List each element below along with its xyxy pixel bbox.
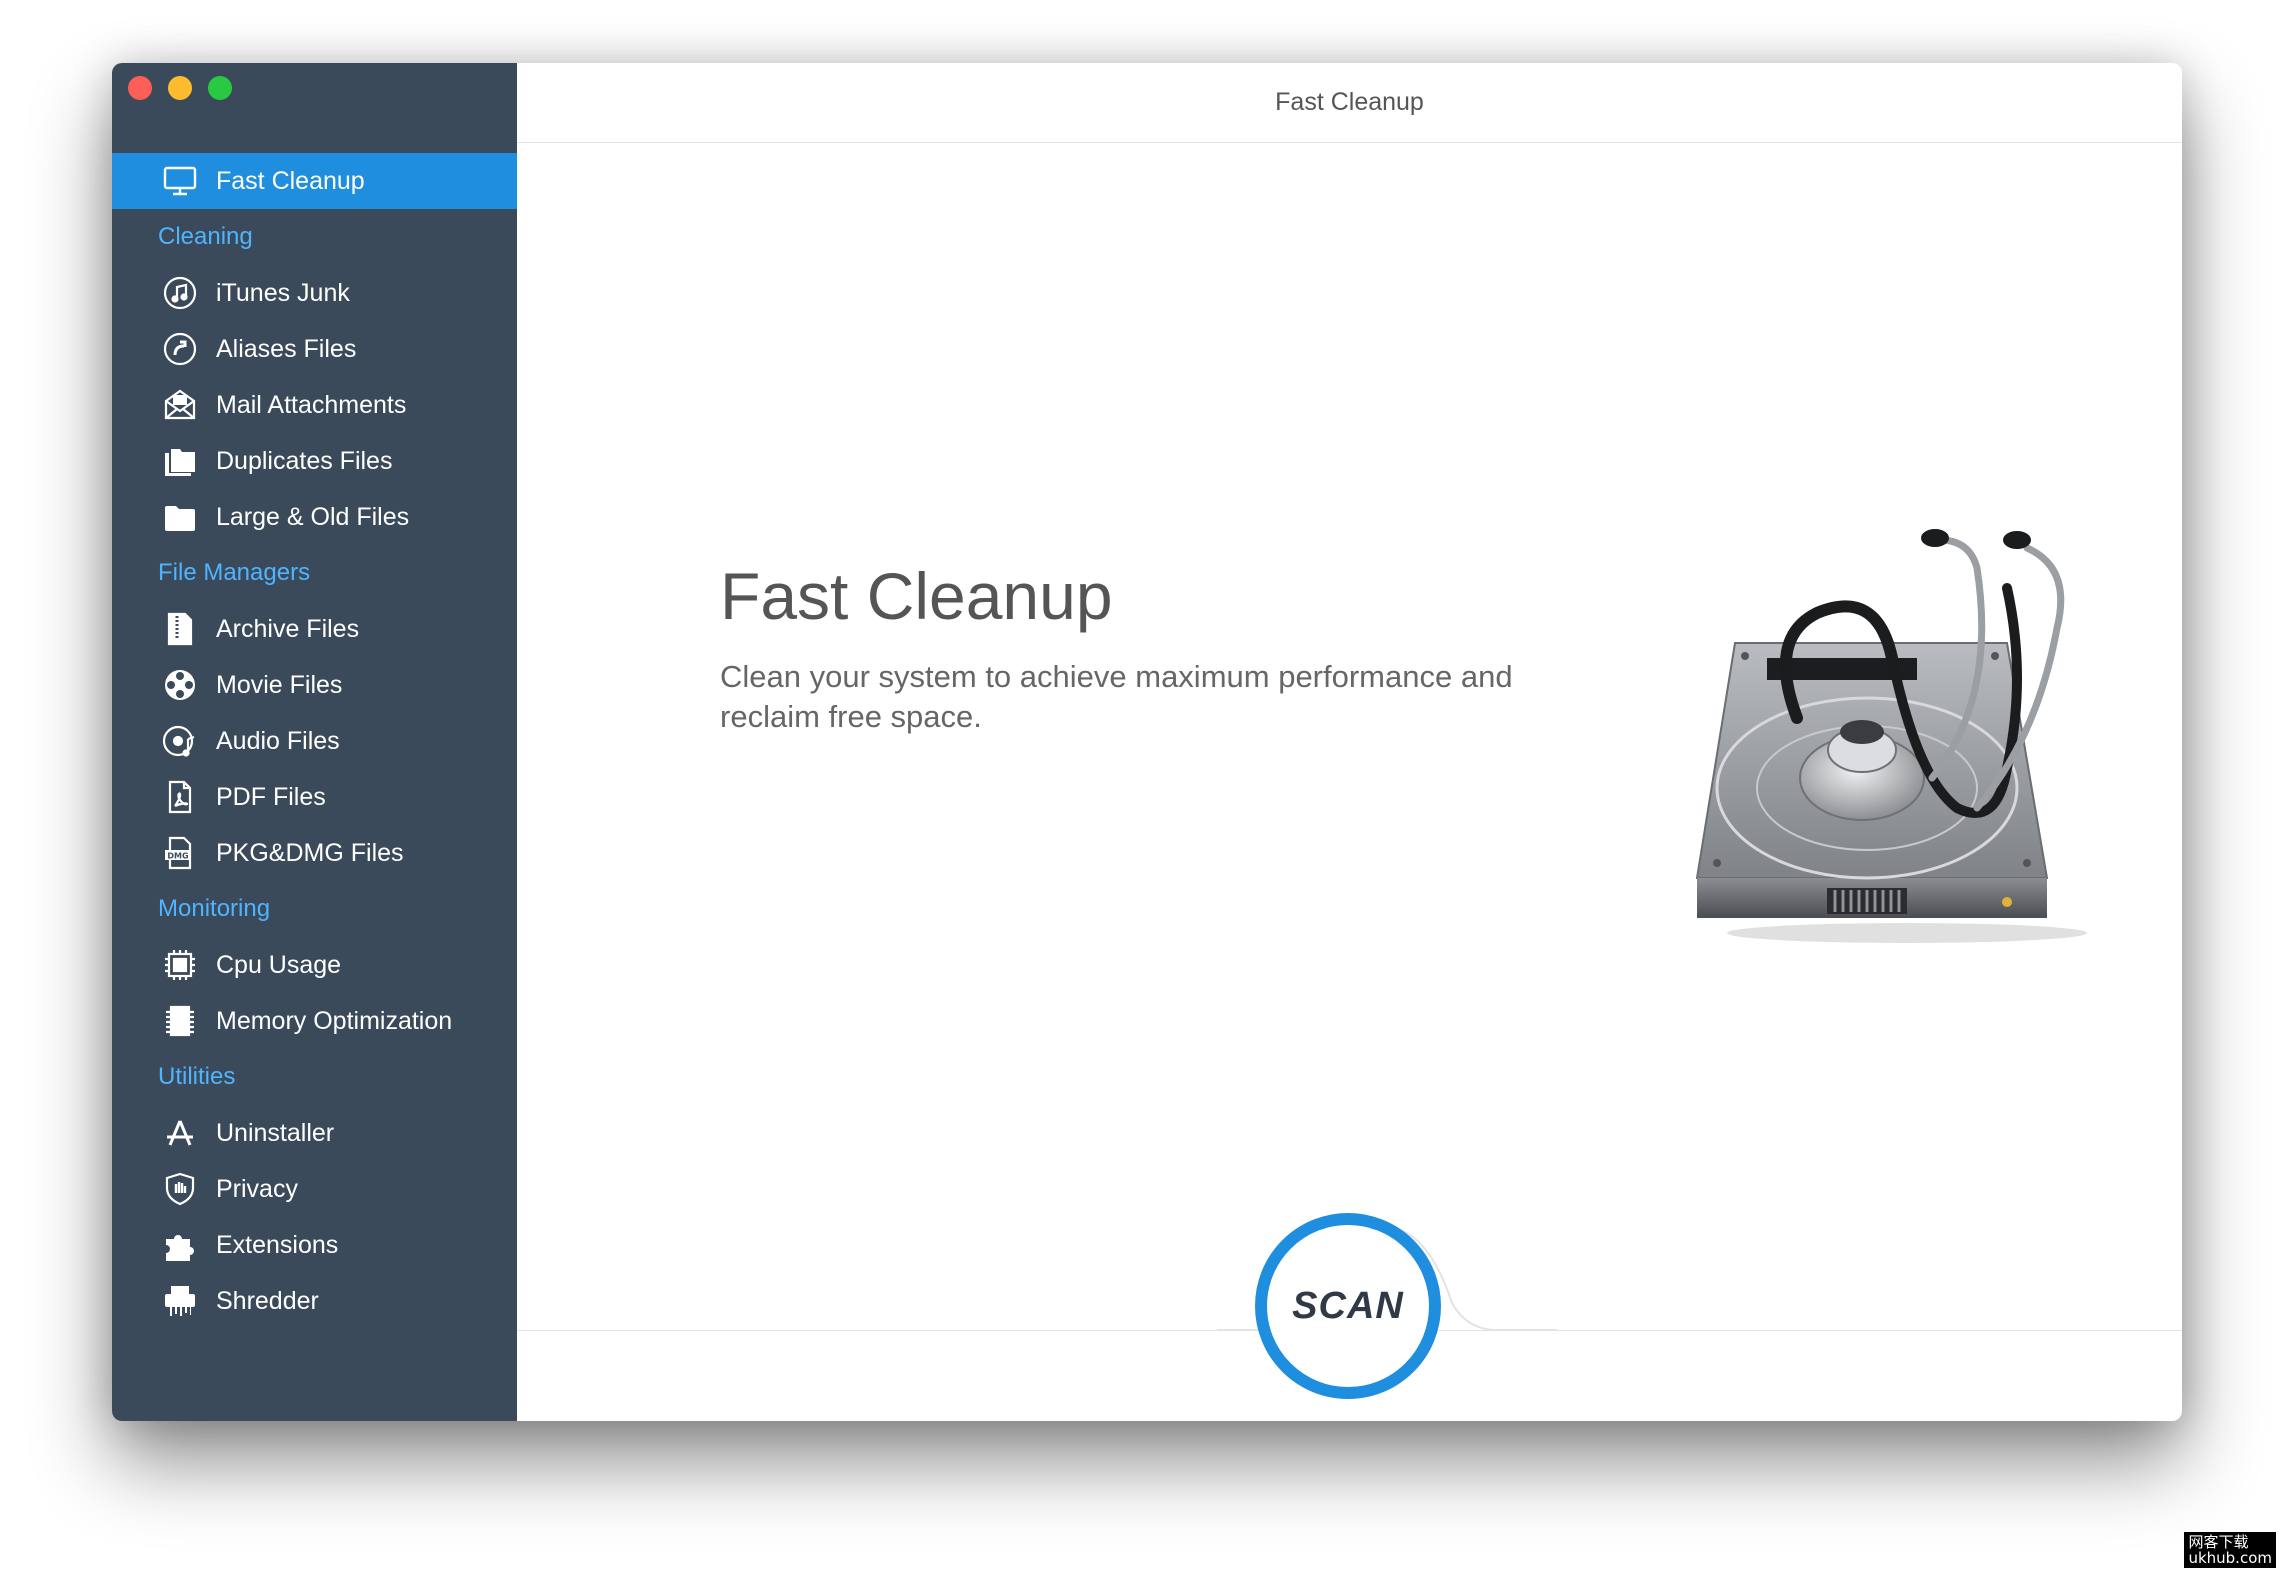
section-label-utilities: Utilities <box>158 1063 236 1090</box>
music-note-icon <box>160 273 200 313</box>
sidebar-item-large-old-files[interactable]: Large & Old Files <box>112 489 517 545</box>
sidebar-item-pdf-files[interactable]: PDF Files <box>112 769 517 825</box>
app-store-icon <box>160 1113 200 1153</box>
sidebar-item-label: Shredder <box>216 1286 319 1315</box>
sidebar-item-label: Fast Cleanup <box>216 166 365 195</box>
sidebar-item-privacy[interactable]: Privacy <box>112 1161 517 1217</box>
pdf-document-icon <box>160 777 200 817</box>
sidebar-item-label: Audio Files <box>216 726 340 755</box>
sidebar-item-label: iTunes Junk <box>216 278 350 307</box>
watermark-line: 网客下载 <box>2188 1533 2249 1551</box>
sidebar-item-label: Archive Files <box>216 614 360 643</box>
cpu-chip-icon <box>160 945 200 985</box>
sidebar-item-label: Uninstaller <box>216 1118 335 1147</box>
window-title: Fast Cleanup <box>517 63 2182 143</box>
sidebar-item-uninstaller[interactable]: Uninstaller <box>112 1105 517 1161</box>
sidebar-item-label: Movie Files <box>216 670 343 699</box>
app-window: Fast Cleanup Cleaning iTunes Junk Aliase… <box>112 63 2182 1421</box>
sidebar-item-label: Memory Optimization <box>216 1006 453 1035</box>
close-window-button[interactable] <box>128 76 152 100</box>
sidebar-item-label: Cpu Usage <box>216 950 342 979</box>
watermark: 网客下载 ukhub.com <box>2184 1532 2276 1568</box>
sidebar-item-shredder[interactable]: Shredder <box>112 1273 517 1329</box>
main-panel: Fast Cleanup Fast Cleanup Clean your sys… <box>517 63 2182 1421</box>
svg-text:DMG: DMG <box>167 852 188 861</box>
puzzle-piece-icon <box>160 1225 200 1265</box>
monitor-icon <box>160 161 200 201</box>
sidebar-item-label: Large & Old Files <box>216 502 410 531</box>
page-description: Clean your system to achieve maximum per… <box>720 659 1513 734</box>
alias-arrow-icon <box>160 329 200 369</box>
minimize-window-button[interactable] <box>168 76 192 100</box>
sidebar-item-memory-optimization[interactable]: Memory Optimization <box>112 993 517 1049</box>
folder-icon <box>160 497 200 537</box>
sidebar-item-itunes-junk[interactable]: iTunes Junk <box>112 265 517 321</box>
sidebar-item-label: PKG&DMG Files <box>216 838 404 867</box>
scan-button[interactable]: SCAN <box>1255 1213 1441 1399</box>
mail-envelope-icon <box>160 385 200 425</box>
sidebar-item-label: PDF Files <box>216 782 326 811</box>
sidebar-item-label: Extensions <box>216 1230 339 1259</box>
sidebar-item-cpu-usage[interactable]: Cpu Usage <box>112 937 517 993</box>
sidebar-item-audio-files[interactable]: Audio Files <box>112 713 517 769</box>
sidebar-item-pkg-dmg-files[interactable]: DMG PKG&DMG Files <box>112 825 517 881</box>
section-label-monitoring: Monitoring <box>158 895 271 922</box>
sidebar-item-mail-attachments[interactable]: Mail Attachments <box>112 377 517 433</box>
sidebar-item-fast-cleanup[interactable]: Fast Cleanup <box>112 153 517 209</box>
dmg-package-icon: DMG <box>160 833 200 873</box>
archive-zip-icon <box>160 609 200 649</box>
duplicate-folders-icon <box>160 441 200 481</box>
audio-disc-icon <box>160 721 200 761</box>
sidebar-item-label: Privacy <box>216 1174 298 1203</box>
film-reel-icon <box>160 665 200 705</box>
sidebar-item-aliases-files[interactable]: Aliases Files <box>112 321 517 377</box>
sidebar-item-label: Aliases Files <box>216 334 357 363</box>
zoom-window-button[interactable] <box>208 76 232 100</box>
watermark-line: ukhub.com <box>2188 1549 2272 1567</box>
page-title: Fast Cleanup <box>720 559 1113 633</box>
sidebar-item-label: Duplicates Files <box>216 446 393 475</box>
section-label-cleaning: Cleaning <box>158 223 253 250</box>
window-controls <box>128 76 232 100</box>
shield-hand-icon <box>160 1169 200 1209</box>
sidebar: Fast Cleanup Cleaning iTunes Junk Aliase… <box>112 63 517 1421</box>
sidebar-item-movie-files[interactable]: Movie Files <box>112 657 517 713</box>
sidebar-item-archive-files[interactable]: Archive Files <box>112 601 517 657</box>
sidebar-item-extensions[interactable]: Extensions <box>112 1217 517 1273</box>
shredder-icon <box>160 1281 200 1321</box>
disk-stethoscope-icon <box>1695 529 2087 943</box>
sidebar-nav: Fast Cleanup Cleaning iTunes Junk Aliase… <box>112 153 517 1329</box>
section-label-file-managers: File Managers <box>158 559 311 586</box>
sidebar-item-duplicates-files[interactable]: Duplicates Files <box>112 433 517 489</box>
sidebar-item-label: Mail Attachments <box>216 390 407 419</box>
memory-chip-icon <box>160 1001 200 1041</box>
